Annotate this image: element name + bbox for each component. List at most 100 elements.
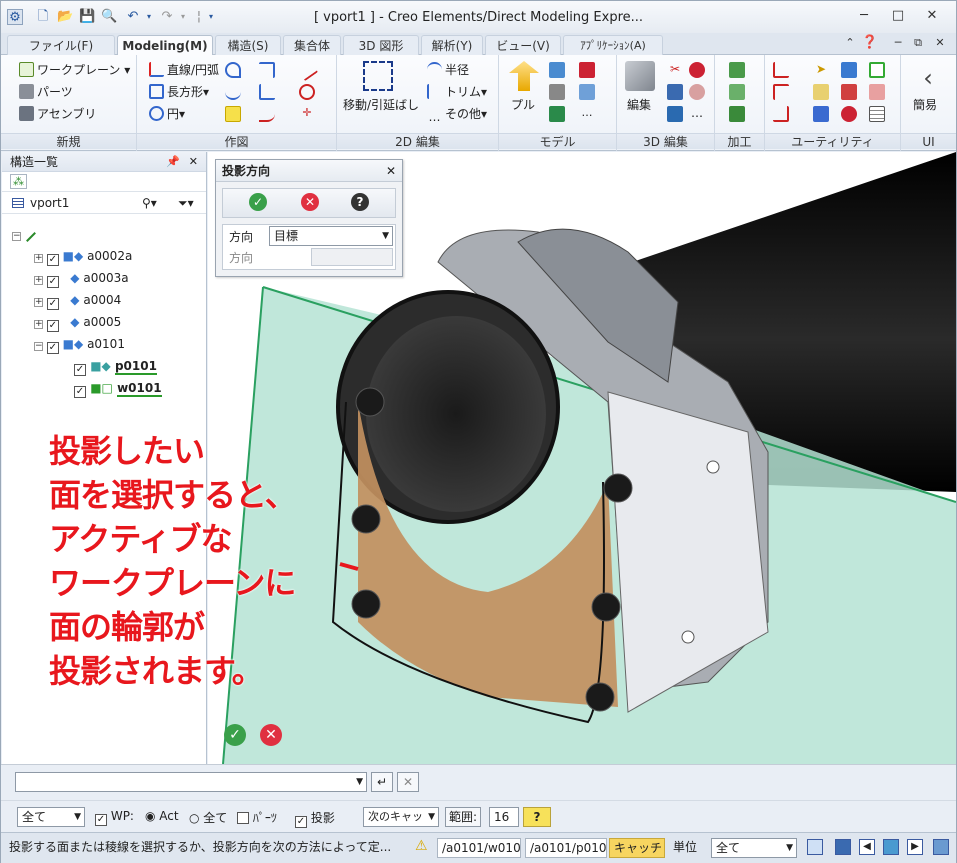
all-radio[interactable]: ○ 全て — [189, 809, 227, 826]
select-icon[interactable] — [841, 62, 857, 78]
calculator-icon[interactable] — [869, 106, 885, 122]
project-tool-icon[interactable] — [225, 106, 241, 122]
direction-select[interactable]: 目標 ▼ — [269, 226, 393, 246]
parts-checkbox[interactable] — [237, 812, 249, 824]
line-arc-button[interactable]: 直線/円弧 — [149, 62, 219, 78]
tab-3d-shape[interactable]: 3D 図形 — [343, 35, 419, 55]
next-catch-select[interactable]: 次のキャッ ▼ — [363, 807, 439, 827]
color-icon[interactable] — [869, 62, 885, 78]
help-icon[interactable]: ❓ — [857, 34, 883, 52]
dialog-ok-icon[interactable]: ✓ — [249, 193, 267, 211]
tab-modeling[interactable]: Modeling(M) — [117, 35, 213, 56]
boolean-icon[interactable] — [689, 62, 705, 78]
tab-view[interactable]: ビュー(V) — [485, 35, 561, 55]
tab-assembly[interactable]: 集合体 — [283, 35, 341, 55]
corner-tool-icon[interactable] — [259, 62, 275, 78]
catch-button[interactable]: キャッチ — [609, 838, 665, 858]
settings-icon[interactable] — [933, 839, 949, 855]
panel-close-icon[interactable]: ✕ — [189, 152, 198, 172]
grid-icon[interactable] — [883, 839, 899, 855]
box-icon[interactable] — [579, 62, 595, 78]
tree-item-w0101[interactable]: ✓ ■□ w0101 — [74, 378, 162, 398]
close-button[interactable]: ✕ — [919, 7, 945, 25]
pull-icon[interactable] — [509, 61, 539, 91]
pull-button[interactable]: プル — [511, 97, 535, 113]
spline-tool-icon[interactable] — [225, 84, 241, 100]
cut-icon[interactable]: ✂ — [667, 62, 683, 78]
visibility-checkbox[interactable]: ✓ — [46, 320, 59, 332]
clip-icon[interactable] — [813, 84, 829, 100]
trim-button[interactable]: トリム▾ — [427, 84, 487, 100]
visibility-checkbox[interactable]: ✓ — [46, 298, 59, 310]
rectangle-button[interactable]: 長方形▾ — [149, 84, 209, 100]
maximize-button[interactable]: □ — [885, 7, 911, 25]
fillet-tool-icon[interactable] — [259, 106, 275, 122]
visibility-checkbox[interactable]: ✓ — [46, 342, 59, 354]
tree-item-a0101[interactable]: − ✓ ■◆ a0101 — [34, 334, 125, 354]
tree-item-a0002a[interactable]: + ✓ ■◆ a0002a — [34, 246, 132, 266]
edit-3d-button[interactable]: 編集 — [627, 97, 651, 113]
check-icon[interactable] — [813, 106, 829, 122]
next-icon[interactable]: ▶ — [907, 839, 923, 855]
tab-file[interactable]: ファイル(F) — [7, 35, 115, 55]
arc-tool-icon[interactable] — [225, 62, 241, 78]
mirror-icon[interactable] — [869, 84, 885, 100]
machining-3-icon[interactable] — [729, 106, 745, 122]
pin-icon[interactable]: 📌 — [166, 152, 180, 172]
visibility-checkbox[interactable]: ✓ — [74, 386, 86, 398]
tree-item-a0004[interactable]: + ✓ ◆ a0004 — [34, 290, 121, 310]
dimension-icon[interactable] — [773, 84, 789, 100]
root-label[interactable]: vport1 — [30, 196, 69, 210]
enter-command-icon[interactable]: ↵ — [371, 772, 393, 792]
assembly-button[interactable]: アセンブリ — [19, 106, 96, 122]
shell-icon[interactable] — [549, 84, 565, 100]
wp-checkbox[interactable]: ✓ — [95, 814, 107, 826]
construction-line-icon[interactable] — [295, 58, 319, 82]
more-model-icon[interactable]: … — [579, 106, 595, 122]
tree-view-tab-icon[interactable]: ⁂ — [10, 174, 27, 189]
simple-mode-button[interactable]: 簡易 — [913, 97, 937, 113]
tree-item-p0101[interactable]: ✓ ■◆ p0101 — [74, 356, 157, 376]
binoculars-icon[interactable]: ⚲▾ — [142, 192, 157, 214]
parts-checkbox-label[interactable]: ﾊﾟｰﾂ — [237, 809, 277, 826]
circle-button[interactable]: 円▾ — [149, 106, 185, 122]
machining-1-icon[interactable] — [729, 62, 745, 78]
viewport-ok-icon[interactable]: ✓ — [224, 724, 246, 746]
visibility-checkbox[interactable]: ✓ — [46, 254, 59, 266]
warning-icon[interactable]: ⚠ — [415, 838, 428, 854]
expand-icon[interactable]: + — [34, 276, 43, 285]
visibility-checkbox[interactable]: ✓ — [74, 364, 86, 376]
projection-checkbox[interactable]: ✓ — [295, 816, 307, 828]
range-help-icon[interactable]: ? — [523, 807, 551, 827]
measure-icon[interactable] — [773, 62, 789, 78]
tree-item-a0003a[interactable]: + ✓ ◆ a0003a — [34, 268, 129, 288]
edit-3d-icon[interactable] — [625, 61, 655, 91]
tree-root-node[interactable]: − — [12, 224, 37, 244]
filter-select[interactable]: 全て ▼ — [17, 807, 85, 827]
construction-circle-icon[interactable] — [299, 84, 315, 100]
command-input[interactable]: ▼ — [15, 772, 367, 792]
visibility-checkbox[interactable]: ✓ — [46, 276, 59, 288]
ribbon-close-icon[interactable]: ✕ — [927, 34, 953, 52]
rotate-model-icon[interactable] — [579, 84, 595, 100]
view-toggle-icon[interactable] — [807, 839, 823, 855]
offset-tool-icon[interactable] — [259, 84, 275, 100]
fillet-model-icon[interactable] — [549, 106, 565, 122]
transform-icon[interactable] — [841, 84, 857, 100]
active-workplane-field[interactable]: /a0101/w0101 — [437, 838, 521, 858]
move-stretch-button[interactable]: 移動/引延ばし — [343, 97, 419, 113]
act-radio[interactable]: ◉ Act — [145, 809, 179, 823]
projection-checkbox-label[interactable]: ✓ 投影 — [295, 809, 335, 828]
dialog-cancel-icon[interactable]: ✕ — [301, 193, 319, 211]
expand-icon[interactable]: + — [34, 298, 43, 307]
tab-structure[interactable]: 構造(S) — [215, 35, 281, 55]
workplane-button[interactable]: ワークプレーン ▾ — [19, 62, 130, 78]
unit-select[interactable]: 全て ▼ — [711, 838, 797, 858]
pointer-icon[interactable]: ➤ — [813, 62, 829, 78]
collapse-icon[interactable]: − — [34, 342, 43, 351]
dialog-close-icon[interactable]: ✕ — [386, 160, 396, 182]
dialog-help-icon[interactable]: ? — [351, 193, 369, 211]
radius-button[interactable]: 半径 — [427, 62, 469, 78]
viewport-cancel-icon[interactable]: ✕ — [260, 724, 282, 746]
active-part-field[interactable]: /a0101/p0101 — [525, 838, 607, 858]
